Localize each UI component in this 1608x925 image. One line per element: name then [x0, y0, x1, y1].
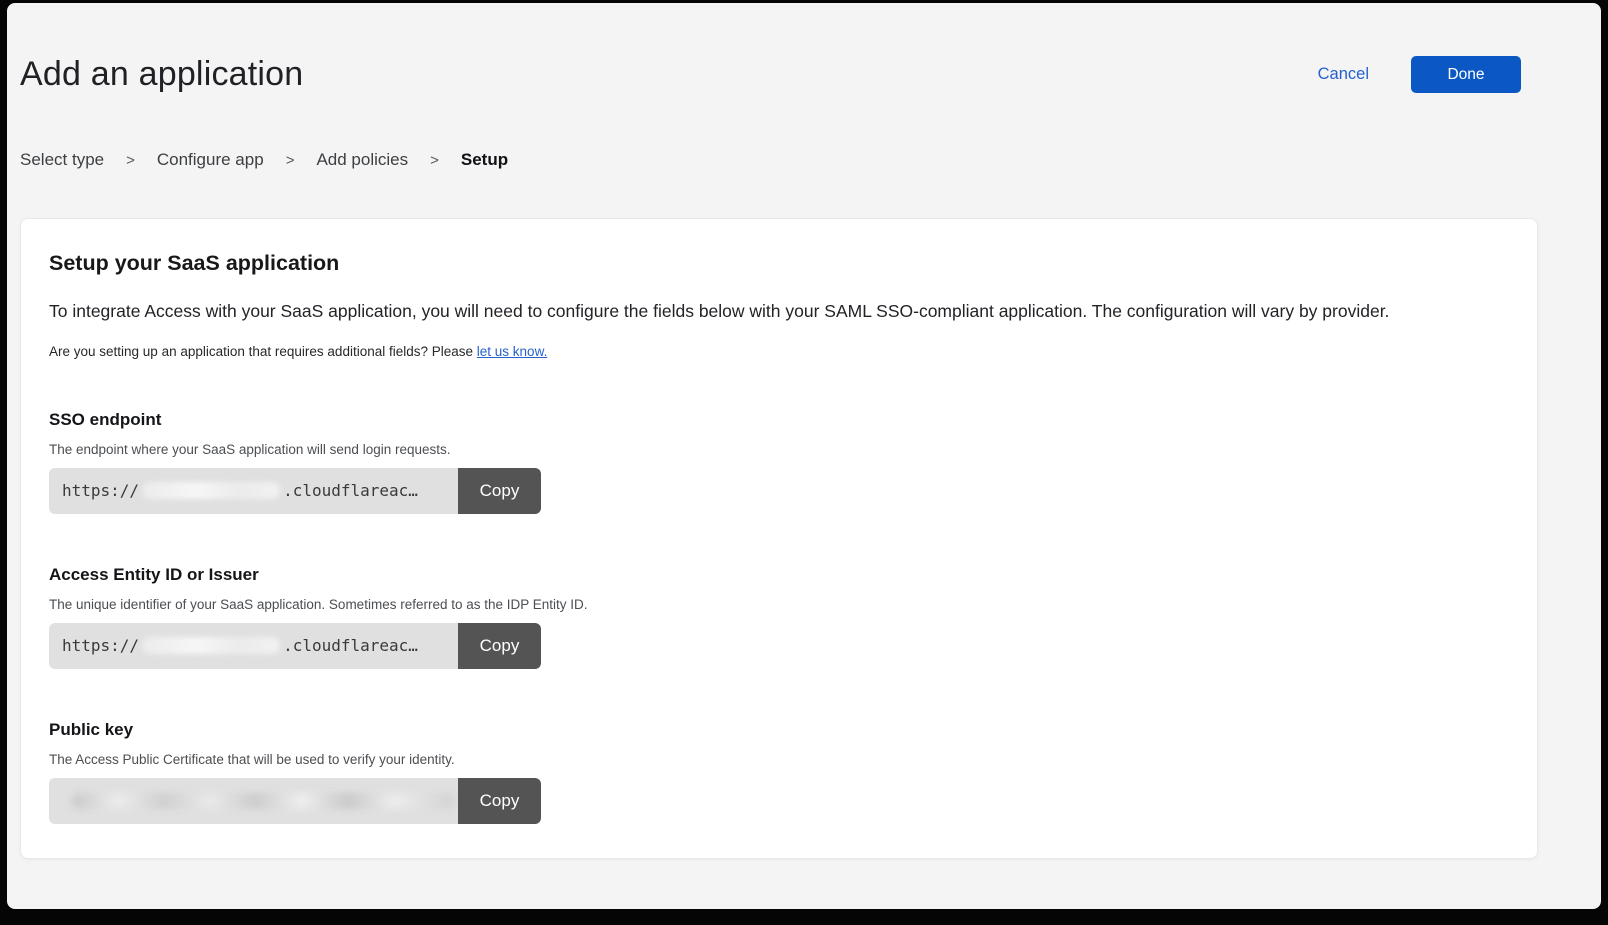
entity-id-field: https:// .cloudflareac… Copy	[49, 623, 541, 669]
card-note-text: Are you setting up an application that r…	[49, 344, 477, 359]
value-prefix: https://	[62, 481, 139, 500]
card-intro-text: To integrate Access with your SaaS appli…	[49, 301, 1509, 323]
redacted-value-blur	[142, 482, 280, 499]
card-heading: Setup your SaaS application	[49, 251, 1509, 276]
field-section-sso-endpoint: SSO endpoint The endpoint where your Saa…	[49, 410, 1509, 514]
breadcrumb-step-configure-app[interactable]: Configure app	[157, 150, 264, 170]
public-key-field: Copy	[49, 778, 541, 824]
page-title: Add an application	[20, 55, 303, 94]
copy-button-entity-id[interactable]: Copy	[458, 623, 541, 669]
let-us-know-link[interactable]: let us know.	[477, 344, 548, 359]
sso-endpoint-field: https:// .cloudflareac… Copy	[49, 468, 541, 514]
setup-card: Setup your SaaS application To integrate…	[20, 218, 1538, 859]
copy-button-sso-endpoint[interactable]: Copy	[458, 468, 541, 514]
breadcrumb-separator: >	[430, 152, 439, 169]
field-description: The endpoint where your SaaS application…	[49, 442, 1509, 457]
breadcrumb-step-select-type[interactable]: Select type	[20, 150, 104, 170]
field-section-public-key: Public key The Access Public Certificate…	[49, 720, 1509, 824]
value-suffix: .cloudflareac…	[283, 481, 418, 500]
sso-endpoint-value: https:// .cloudflareac…	[49, 468, 458, 514]
done-button[interactable]: Done	[1411, 56, 1521, 93]
field-label: Access Entity ID or Issuer	[49, 565, 1509, 585]
cancel-button[interactable]: Cancel	[1318, 65, 1369, 84]
breadcrumb-separator: >	[126, 152, 135, 169]
card-note: Are you setting up an application that r…	[49, 344, 1509, 359]
breadcrumb-separator: >	[286, 152, 295, 169]
entity-id-value: https:// .cloudflareac…	[49, 623, 458, 669]
breadcrumb: Select type > Configure app > Add polici…	[20, 150, 1601, 170]
field-description: The unique identifier of your SaaS appli…	[49, 597, 1509, 612]
page-header: Add an application Cancel Done	[20, 55, 1521, 94]
redacted-value-blur	[72, 793, 455, 809]
breadcrumb-step-add-policies[interactable]: Add policies	[316, 150, 408, 170]
field-label: Public key	[49, 720, 1509, 740]
copy-button-public-key[interactable]: Copy	[458, 778, 541, 824]
header-actions: Cancel Done	[1318, 56, 1521, 93]
app-window: Add an application Cancel Done Select ty…	[7, 3, 1601, 909]
field-section-entity-id: Access Entity ID or Issuer The unique id…	[49, 565, 1509, 669]
value-suffix: .cloudflareac…	[283, 636, 418, 655]
public-key-value	[49, 778, 458, 824]
field-label: SSO endpoint	[49, 410, 1509, 430]
breadcrumb-step-setup: Setup	[461, 150, 508, 170]
redacted-value-blur	[142, 637, 280, 654]
value-prefix: https://	[62, 636, 139, 655]
field-description: The Access Public Certificate that will …	[49, 752, 1509, 767]
